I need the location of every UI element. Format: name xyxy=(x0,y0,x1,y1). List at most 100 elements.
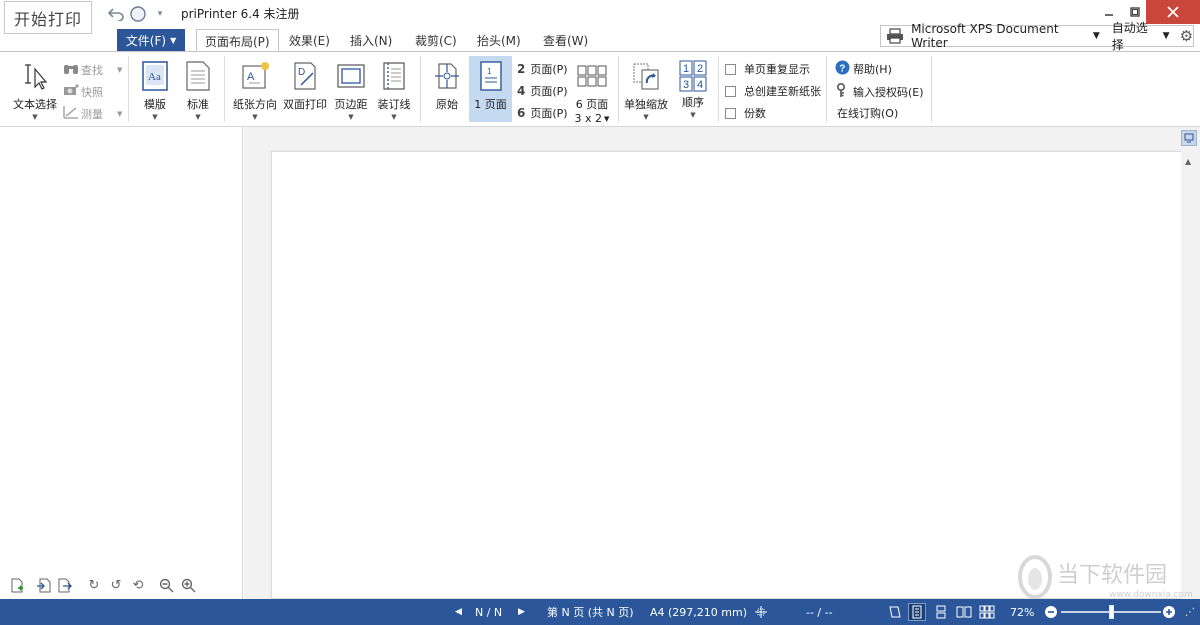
prev-page-icon[interactable]: ◀ xyxy=(455,599,462,625)
enter-license-label: 输入授权码(E) xyxy=(853,86,924,99)
quick-access-dropdown-icon[interactable]: ▾ xyxy=(153,4,167,24)
single-repeat-checkbox[interactable]: 单页重复显示 xyxy=(725,61,810,77)
snapshot-button[interactable]: 快照 xyxy=(63,83,103,100)
printer-dropdown-icon[interactable]: ▼ xyxy=(1093,31,1100,41)
binding-button[interactable]: 装订线 ▼ xyxy=(375,60,413,121)
crosshair-icon xyxy=(754,599,768,625)
original-label: 原始 xyxy=(436,98,458,111)
rotate-right-icon[interactable]: ↻ xyxy=(85,576,103,594)
tab-header[interactable]: 抬头(M) xyxy=(469,29,529,51)
page-preview[interactable] xyxy=(271,151,1182,599)
single-repeat-label: 单页重复显示 xyxy=(744,63,810,76)
margins-button[interactable]: 页边距 ▼ xyxy=(332,60,370,121)
zoom-slider-thumb[interactable] xyxy=(1108,605,1114,619)
margins-label: 页边距 xyxy=(334,98,368,111)
next-page-icon[interactable]: ▶ xyxy=(518,599,525,625)
dropdown-arrow-icon: ▼ xyxy=(195,113,201,121)
view-single-icon[interactable] xyxy=(908,603,926,621)
scale-pages-icon xyxy=(631,60,661,92)
tab-crop[interactable]: 裁剪(C) xyxy=(407,29,465,51)
tab-effects[interactable]: 效果(E) xyxy=(281,29,338,51)
orientation-label: 纸张方向 xyxy=(233,98,277,111)
ribbon-separator xyxy=(826,56,827,122)
window-title: priPrinter 6.4 未注册 xyxy=(181,7,300,21)
gear-icon[interactable]: ⚙ xyxy=(1180,27,1193,45)
single-zoom-label: 单独缩放 xyxy=(624,98,668,111)
dropdown-arrow-icon: ▼ xyxy=(252,113,258,121)
import-page-icon[interactable] xyxy=(35,576,53,594)
export-page-icon[interactable] xyxy=(56,576,74,594)
scroll-up-icon[interactable]: ▲ xyxy=(1185,157,1191,166)
order-digit: 1 xyxy=(683,63,689,75)
zoom-minus-icon[interactable] xyxy=(1042,603,1060,621)
binding-label: 装订线 xyxy=(377,98,411,111)
resize-grip-icon[interactable]: ⋰ xyxy=(1185,599,1195,625)
zoom-in-icon[interactable] xyxy=(179,576,197,594)
six-pages-button[interactable]: 6 页面(P) xyxy=(517,105,568,121)
one-page-label: 1 页面 xyxy=(474,98,507,111)
measure-dropdown-icon[interactable]: ▼ xyxy=(117,110,122,118)
printer-icon xyxy=(881,28,909,44)
enter-license-button[interactable]: 输入授权码(E) xyxy=(835,82,924,101)
order-button[interactable]: 1 2 3 4 顺序 ▼ xyxy=(674,60,712,119)
text-select-button[interactable]: 文本选择 ▼ xyxy=(12,60,58,121)
zoom-circle-icon[interactable] xyxy=(128,4,148,24)
text-cursor-icon xyxy=(20,60,50,92)
undo-icon[interactable] xyxy=(107,4,125,24)
orientation-button[interactable]: A 纸张方向 ▼ xyxy=(232,60,278,121)
view-continuous-icon[interactable] xyxy=(932,603,950,621)
checkbox-box[interactable] xyxy=(725,107,736,119)
view-book-icon[interactable] xyxy=(886,603,904,621)
duplex-button[interactable]: D 双面打印 xyxy=(282,60,328,112)
thumbnail-pane[interactable] xyxy=(0,127,243,599)
ribbon-separator xyxy=(931,56,932,122)
rotate-both-icon[interactable]: ⟲ xyxy=(129,576,147,594)
find-button[interactable]: 查找 ▼ xyxy=(63,61,122,78)
standard-button[interactable]: 标准 ▼ xyxy=(181,60,215,121)
binding-icon xyxy=(379,60,409,92)
two-pages-label: 页面(P) xyxy=(530,63,568,76)
add-page-icon[interactable] xyxy=(8,576,26,594)
always-new-sheet-checkbox[interactable]: 总创建至新纸张 xyxy=(725,83,821,99)
duplex-icon: D xyxy=(290,60,320,92)
view-two-pages-icon[interactable] xyxy=(955,603,973,621)
help-button[interactable]: ? 帮助(H) xyxy=(835,60,892,78)
mode-dropdown-icon[interactable]: ▼ xyxy=(1163,31,1170,41)
checkbox-box[interactable] xyxy=(725,63,736,75)
measure-label: 测量 xyxy=(81,107,103,121)
find-dropdown-icon[interactable]: ▼ xyxy=(117,66,122,74)
six-pages-number: 6 xyxy=(517,106,526,120)
vertical-scrollbar[interactable]: ▲ xyxy=(1181,150,1199,599)
document-icon xyxy=(183,60,213,92)
ribbon-separator xyxy=(618,56,619,122)
four-pages-button[interactable]: 4 页面(P) xyxy=(517,83,568,99)
ruler-icon xyxy=(63,105,81,122)
page-nav-text: N / N xyxy=(475,605,503,619)
view-grid-icon[interactable] xyxy=(978,603,996,621)
measure-button[interactable]: 测量 ▼ xyxy=(63,105,122,122)
zoom-plus-icon[interactable] xyxy=(1160,603,1178,621)
checkbox-box[interactable] xyxy=(725,85,736,97)
tab-view[interactable]: 查看(W) xyxy=(535,29,596,51)
printer-mode[interactable]: 自动选择 xyxy=(1112,19,1157,53)
single-zoom-button[interactable]: 单独缩放 ▼ xyxy=(622,60,670,121)
rotate-left-icon[interactable]: ↺ xyxy=(107,576,125,594)
panel-toggle-icon[interactable] xyxy=(1181,130,1197,146)
copies-checkbox[interactable]: 份数 xyxy=(725,105,766,121)
zoom-out-icon[interactable] xyxy=(157,576,175,594)
two-pages-button[interactable]: 2 页面(P) xyxy=(517,61,568,77)
printer-selector[interactable]: Microsoft XPS Document Writer ▼ 自动选择 ▼ ⚙ xyxy=(880,21,1194,52)
dropdown-arrow-icon: ▼ xyxy=(391,113,397,121)
order-icon: 1 2 3 4 xyxy=(678,60,708,92)
one-page-button[interactable]: 1 1 页面 xyxy=(469,56,512,122)
watermark: 当下软件园 www.downxia.com xyxy=(1013,555,1195,600)
buy-online-button[interactable]: 在线订购(O) xyxy=(837,105,898,121)
grid-pages-button[interactable]: 6 页面 3 x 2 ▼ xyxy=(573,60,611,125)
template-button[interactable]: Aa 模版 ▼ xyxy=(138,60,172,121)
tab-page-layout[interactable]: 页面布局(P) xyxy=(196,29,279,52)
tab-insert[interactable]: 插入(N) xyxy=(342,29,400,51)
tab-file[interactable]: 文件(F) ▼ xyxy=(117,29,185,51)
watermark-url: www.downxia.com xyxy=(1109,590,1193,599)
original-button[interactable]: 原始 xyxy=(427,60,467,112)
ribbon-separator xyxy=(718,56,719,122)
